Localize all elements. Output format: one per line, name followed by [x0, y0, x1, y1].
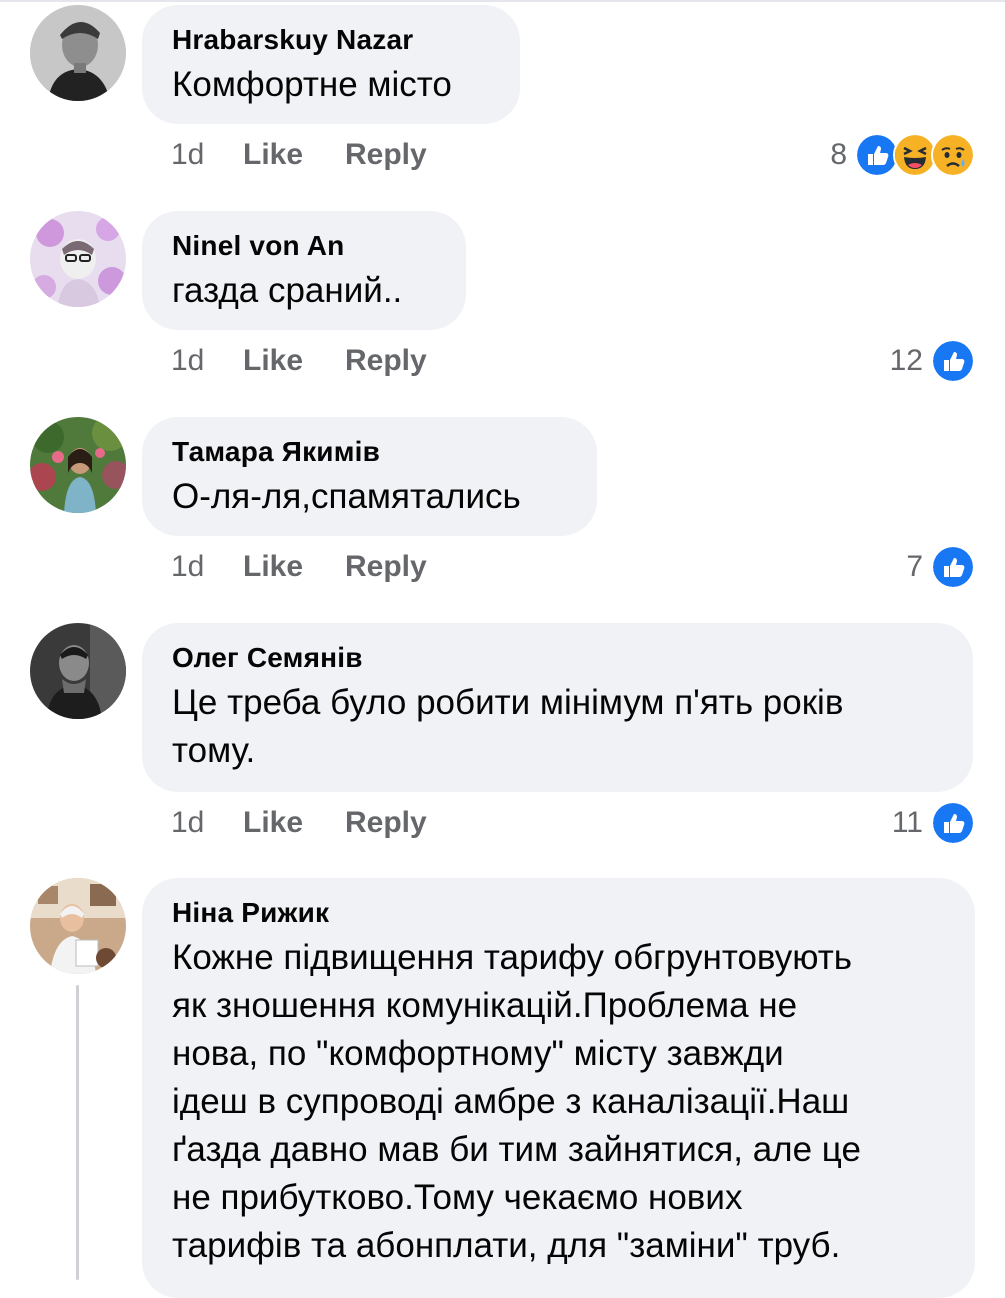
- avatar[interactable]: [30, 878, 126, 974]
- comment-actions: 1d Like Reply: [171, 803, 427, 843]
- reaction-count: 7: [906, 550, 923, 583]
- comment-author[interactable]: Тамара Якимів: [172, 435, 567, 469]
- comment-text-line: нова, по "комфортному" місту завжди: [172, 1034, 784, 1073]
- like-reaction-icon: [931, 339, 975, 383]
- avatar[interactable]: [30, 417, 126, 513]
- avatar[interactable]: [30, 623, 126, 719]
- comment-author[interactable]: Олег Семянів: [172, 641, 943, 675]
- comment-text: Це треба було робити мінімум п'ять років…: [172, 679, 943, 775]
- reply-button[interactable]: Reply: [345, 550, 427, 584]
- reply-button[interactable]: Reply: [345, 138, 427, 172]
- comment-bubble: Олег Семянів Це треба було робити мініму…: [142, 623, 973, 792]
- reaction-summary[interactable]: 7: [906, 545, 975, 589]
- comment-actions: 1d Like Reply: [171, 341, 427, 381]
- comment-text: газда сраний..: [172, 267, 436, 315]
- comment-bubble: Ninel von An газда сраний..: [142, 211, 466, 330]
- comment-time[interactable]: 1d: [171, 138, 243, 172]
- comment-text-line: газда сраний..: [172, 271, 403, 310]
- comment-time[interactable]: 1d: [171, 550, 243, 584]
- comment-author[interactable]: Hrabarskuy Nazar: [172, 23, 490, 57]
- comment-bubble: Hrabarskuy Nazar Комфортне місто: [142, 5, 520, 124]
- comment-text-line: тому.: [172, 731, 256, 770]
- comment-time[interactable]: 1d: [171, 344, 243, 378]
- comment-text: Кожне підвищення тарифу обгрунтовують як…: [172, 934, 945, 1270]
- like-button[interactable]: Like: [243, 550, 345, 584]
- comment-text-line: ідеш в супроводі амбре з каналізації.Наш: [172, 1082, 850, 1121]
- comment-author[interactable]: Ніна Рижик: [172, 896, 945, 930]
- comment-text-line: Кожне підвищення тарифу обгрунтовують: [172, 938, 852, 977]
- comment-text-line: Це треба було робити мінімум п'ять років: [172, 683, 844, 722]
- thread-line: [76, 985, 79, 1280]
- comment-text-line: Комфортне місто: [172, 65, 452, 104]
- reaction-summary[interactable]: 8: [830, 133, 975, 177]
- avatar[interactable]: [30, 5, 126, 101]
- reply-button[interactable]: Reply: [345, 344, 427, 378]
- reaction-count: 12: [889, 344, 923, 377]
- comment-actions: 1d Like Reply: [171, 547, 427, 587]
- comment-text-line: тарифів та абонплати, для "заміни" труб.: [172, 1226, 841, 1265]
- like-button[interactable]: Like: [243, 806, 345, 840]
- avatar[interactable]: [30, 211, 126, 307]
- comment-text-line: ґазда давно мав би тим зайнятися, але це: [172, 1130, 861, 1169]
- comment-bubble: Тамара Якимів О-ля-ля,спамятались: [142, 417, 597, 536]
- comment-text: Комфортне місто: [172, 61, 490, 109]
- comment-text-line: О-ля-ля,спамятались: [172, 477, 521, 516]
- reaction-summary[interactable]: 12: [890, 339, 975, 383]
- top-divider: [0, 0, 1005, 2]
- comment-author[interactable]: Ninel von An: [172, 229, 436, 263]
- comment-text: О-ля-ля,спамятались: [172, 473, 567, 521]
- reaction-count: 11: [891, 806, 923, 839]
- comment-bubble: Ніна Рижик Кожне підвищення тарифу обгру…: [142, 878, 975, 1298]
- sad-reaction-icon: [931, 133, 975, 177]
- comment-actions: 1d Like Reply: [171, 135, 427, 175]
- like-button[interactable]: Like: [243, 344, 345, 378]
- reaction-count: 8: [830, 138, 847, 171]
- comment-time[interactable]: 1d: [171, 806, 243, 840]
- like-reaction-icon: [931, 545, 975, 589]
- like-reaction-icon: [931, 801, 975, 845]
- reaction-summary[interactable]: 11: [892, 801, 975, 845]
- reply-button[interactable]: Reply: [345, 806, 427, 840]
- like-button[interactable]: Like: [243, 138, 345, 172]
- comment-text-line: не прибутково.Тому чекаємо нових: [172, 1178, 743, 1217]
- comment-text-line: як зношення комунікацій.Проблема не: [172, 986, 798, 1025]
